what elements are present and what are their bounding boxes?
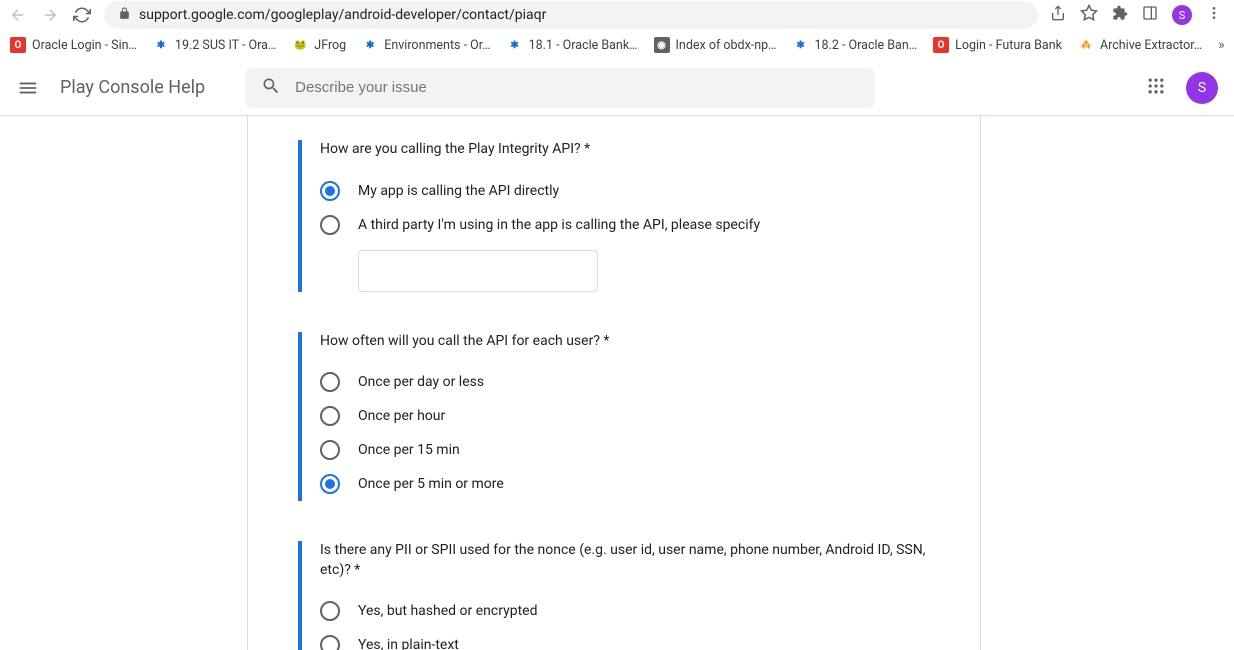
extensions-icon[interactable] <box>1112 5 1128 25</box>
account-avatar[interactable]: S <box>1186 72 1218 104</box>
bookmark-label: Login - Futura Bank <box>955 38 1062 53</box>
chrome-profile-avatar[interactable]: S <box>1172 5 1192 25</box>
app-header: Play Console Help S <box>0 60 1234 116</box>
browser-toolbar: support.google.com/googleplay/android-de… <box>0 0 1234 30</box>
radio-label: Yes, in plain-text <box>358 637 459 650</box>
bookmark-favicon: ⁂ <box>1078 37 1094 53</box>
bookmark-item[interactable]: ✱ Environments - Or… <box>362 37 490 53</box>
radio-option[interactable]: Once per 5 min or more <box>320 467 930 501</box>
bookmark-item[interactable]: 🐸 JFrog <box>292 37 346 53</box>
radio-label: Once per hour <box>358 408 445 424</box>
question-block: Is there any PII or SPII used for the no… <box>298 541 930 650</box>
lock-icon <box>118 7 131 24</box>
header-right: S <box>1146 72 1218 104</box>
radio-option[interactable]: Once per hour <box>320 399 930 433</box>
main-menu-button[interactable] <box>16 76 40 100</box>
google-apps-icon[interactable] <box>1146 76 1170 100</box>
radio-option[interactable]: Once per 15 min <box>320 433 930 467</box>
forward-button[interactable] <box>40 5 60 25</box>
bookmarks-overflow-icon[interactable]: » <box>1218 37 1225 53</box>
radio-option[interactable]: Yes, but hashed or encrypted <box>320 594 930 628</box>
app-title: Play Console Help <box>60 77 205 98</box>
radio-label: My app is calling the API directly <box>358 183 559 199</box>
url-text: support.google.com/googleplay/android-de… <box>139 7 546 23</box>
bookmark-item[interactable]: ◉ Index of obdx-np… <box>654 37 777 53</box>
search-container[interactable] <box>245 68 875 108</box>
radio-button[interactable] <box>320 181 340 201</box>
bookmark-favicon: 🐸 <box>292 37 308 53</box>
reload-button[interactable] <box>72 5 92 25</box>
left-gutter <box>0 116 247 650</box>
bookmark-label: JFrog <box>314 38 346 53</box>
bookmark-item[interactable]: ✱ 18.1 - Oracle Bank… <box>507 37 638 53</box>
bookmark-favicon: ✱ <box>362 37 378 53</box>
share-icon[interactable] <box>1050 5 1066 25</box>
question-title: How often will you call the API for each… <box>320 332 930 352</box>
radio-option[interactable]: A third party I'm using in the app is ca… <box>320 208 930 242</box>
bookmark-favicon: ✱ <box>507 37 523 53</box>
bookmark-label: 18.1 - Oracle Bank… <box>529 38 638 53</box>
radio-button[interactable] <box>320 474 340 494</box>
bookmark-item[interactable]: ✱ 18.2 - Oracle Ban… <box>793 37 918 53</box>
bookmark-item[interactable]: O Oracle Login - Sin… <box>10 37 137 53</box>
radio-button[interactable] <box>320 601 340 621</box>
bookmark-star-icon[interactable] <box>1080 4 1098 26</box>
specify-input[interactable] <box>358 250 598 292</box>
bookmark-label: 19.2 SUS IT - Ora… <box>175 38 276 53</box>
bookmark-item[interactable]: ✱ 19.2 SUS IT - Ora… <box>153 37 276 53</box>
radio-label: Once per 5 min or more <box>358 476 504 492</box>
bookmark-label: 18.2 - Oracle Ban… <box>815 38 918 53</box>
right-gutter <box>981 116 1234 650</box>
bookmark-label: Archive Extractor… <box>1100 38 1202 53</box>
search-icon <box>261 76 281 100</box>
radio-option[interactable]: Yes, in plain-text <box>320 628 930 650</box>
bookmark-label: Environments - Or… <box>384 38 490 53</box>
radio-button[interactable] <box>320 440 340 460</box>
radio-label: Once per day or less <box>358 374 484 390</box>
question-title: How are you calling the Play Integrity A… <box>320 140 930 160</box>
radio-label: Once per 15 min <box>358 442 460 458</box>
content-wrapper: How are you calling the Play Integrity A… <box>0 116 1234 650</box>
chrome-menu-icon[interactable] <box>1206 5 1222 25</box>
bookmarks-bar: O Oracle Login - Sin… ✱ 19.2 SUS IT - Ora… 🐸… <box>0 30 1234 60</box>
question-block: How are you calling the Play Integrity A… <box>298 140 930 292</box>
toolbar-right: S <box>1050 4 1226 26</box>
question-title: Is there any PII or SPII used for the no… <box>320 541 930 580</box>
radio-button[interactable] <box>320 215 340 235</box>
radio-button[interactable] <box>320 406 340 426</box>
radio-label: A third party I'm using in the app is ca… <box>358 217 760 233</box>
question-block: How often will you call the API for each… <box>298 332 930 502</box>
specify-input-row <box>320 250 930 292</box>
search-input[interactable] <box>295 79 859 96</box>
radio-option[interactable]: Once per day or less <box>320 365 930 399</box>
radio-button[interactable] <box>320 635 340 650</box>
bookmark-item[interactable]: ⁂ Archive Extractor… <box>1078 37 1202 53</box>
bookmark-label: Oracle Login - Sin… <box>32 38 137 53</box>
bookmark-favicon: ✱ <box>153 37 169 53</box>
bookmark-favicon: ◉ <box>654 37 670 53</box>
bookmark-item[interactable]: O Login - Futura Bank <box>933 37 1062 53</box>
main-content: How are you calling the Play Integrity A… <box>247 116 981 650</box>
bookmark-favicon: O <box>10 37 26 53</box>
bookmark-favicon: O <box>933 37 949 53</box>
radio-option[interactable]: My app is calling the API directly <box>320 174 930 208</box>
radio-button[interactable] <box>320 372 340 392</box>
panel-icon[interactable] <box>1142 5 1158 25</box>
bookmark-favicon: ✱ <box>793 37 809 53</box>
radio-label: Yes, but hashed or encrypted <box>358 603 537 619</box>
back-button[interactable] <box>8 5 28 25</box>
bookmark-label: Index of obdx-np… <box>676 38 777 53</box>
url-bar[interactable]: support.google.com/googleplay/android-de… <box>104 1 1038 29</box>
